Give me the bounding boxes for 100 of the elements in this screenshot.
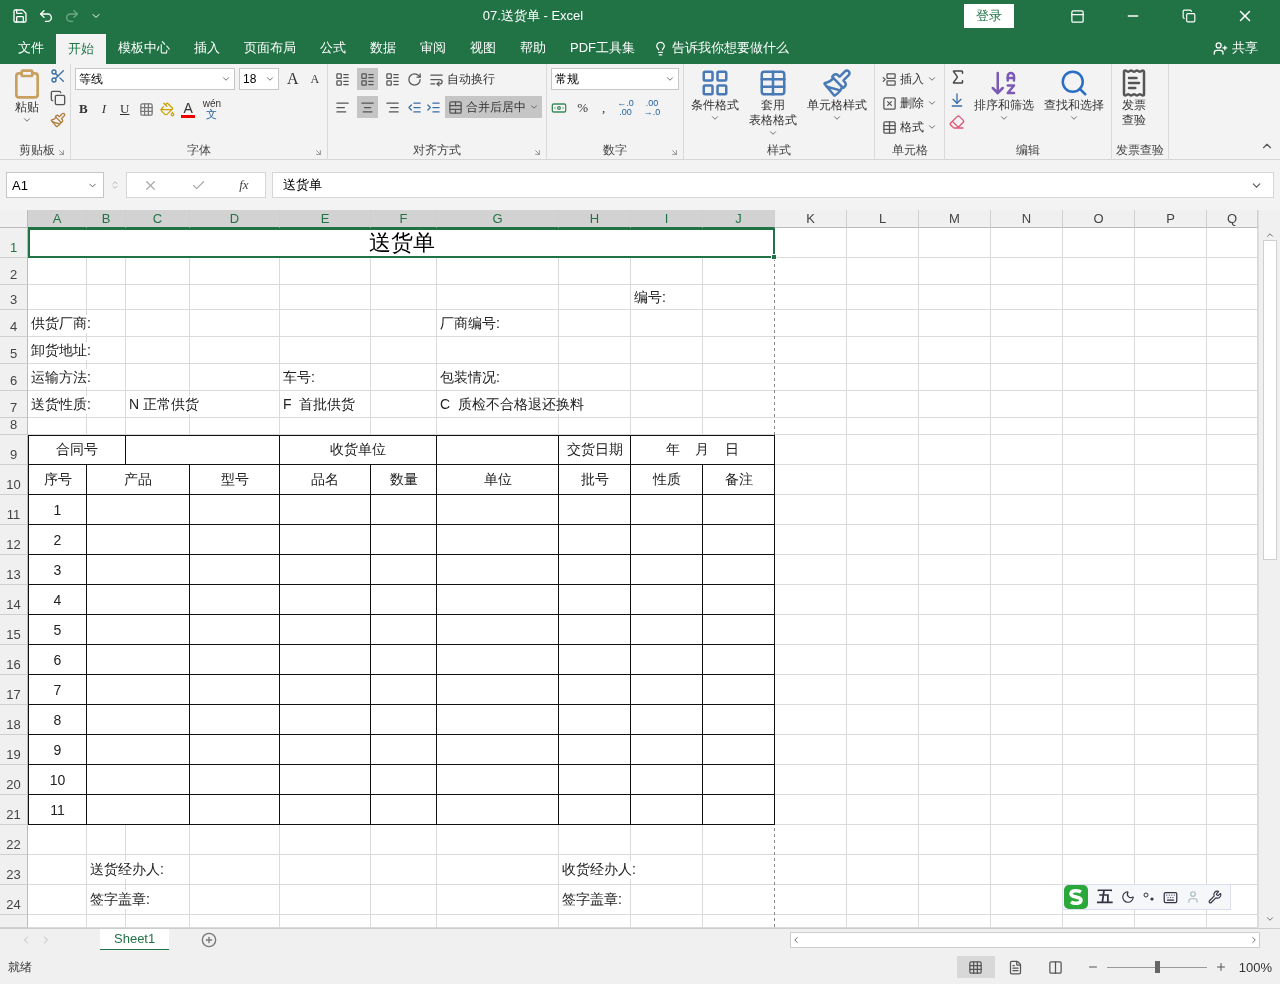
bold-button[interactable]: B	[75, 99, 92, 119]
row-header[interactable]: 18	[0, 705, 28, 735]
row-header[interactable]: 14	[0, 585, 28, 615]
vertical-align-button[interactable]	[357, 68, 379, 90]
borders-icon[interactable]	[139, 101, 155, 117]
column-header[interactable]: E	[280, 210, 371, 228]
ribbon-tab[interactable]: 帮助	[508, 32, 558, 64]
column-header[interactable]: A	[28, 210, 87, 228]
name-box[interactable]: A1	[6, 172, 104, 198]
new-sheet-icon[interactable]	[201, 931, 218, 948]
italic-button[interactable]: I	[97, 99, 110, 119]
ribbon-tab[interactable]: 数据	[358, 32, 408, 64]
sheet-tab[interactable]: Sheet1	[100, 928, 170, 951]
style-button[interactable]: 条件格式	[688, 68, 743, 141]
editing-button[interactable]: 排序和筛选	[971, 68, 1038, 141]
column-header[interactable]: Q	[1207, 210, 1258, 228]
decrease-indent-icon[interactable]	[407, 99, 423, 115]
phonetic-button[interactable]: wén 文	[200, 98, 224, 120]
keyboard-icon[interactable]	[1163, 889, 1178, 905]
column-header[interactable]: G	[437, 210, 559, 228]
eraser-icon[interactable]	[949, 114, 966, 130]
row-header[interactable]: 10	[0, 465, 28, 495]
formula-field[interactable]: 送货单	[272, 172, 1274, 198]
cells-button[interactable]: 插入	[879, 68, 941, 90]
invoice-check-button[interactable]: 发票 查验	[1116, 68, 1153, 141]
row-header[interactable]: 23	[0, 855, 28, 885]
dialog-launcher-icon[interactable]	[314, 148, 324, 157]
paste-button[interactable]: 粘贴	[8, 68, 46, 141]
zoom-thumb[interactable]	[1154, 961, 1160, 973]
spreadsheet-grid[interactable]	[0, 210, 1258, 928]
dialog-launcher-icon[interactable]	[57, 148, 66, 157]
ribbon-tab[interactable]: 开始	[56, 34, 106, 64]
moon-icon[interactable]	[1121, 890, 1135, 904]
dialog-launcher-icon[interactable]	[533, 148, 543, 157]
horizontal-align-button[interactable]	[357, 96, 379, 118]
cells-button[interactable]: 删除	[879, 92, 941, 114]
login-button[interactable]: 登录	[964, 4, 1014, 28]
row-header[interactable]: 8	[0, 418, 28, 435]
insert-function-button[interactable]: fx	[239, 177, 249, 193]
column-header[interactable]: P	[1135, 210, 1207, 228]
grow-font-button[interactable]: A	[283, 68, 303, 90]
redo-icon[interactable]	[64, 8, 80, 24]
row-header[interactable]: 16	[0, 645, 28, 675]
row-header[interactable]: 3	[0, 285, 28, 310]
column-header[interactable]: C	[126, 210, 190, 228]
column-header[interactable]: L	[847, 210, 919, 228]
ribbon-tab[interactable]: PDF工具集	[558, 32, 647, 64]
ribbon-tab[interactable]: 模板中心	[106, 32, 182, 64]
column-header[interactable]: B	[87, 210, 126, 228]
row-header[interactable]: 15	[0, 615, 28, 645]
fill-handle[interactable]	[771, 254, 777, 260]
orientation-icon[interactable]	[407, 71, 423, 87]
row-header[interactable]: 4	[0, 310, 28, 337]
scroll-up-icon[interactable]	[1264, 230, 1275, 240]
row-header[interactable]: 19	[0, 735, 28, 765]
row-header[interactable]: 22	[0, 825, 28, 855]
increase-decimal-button[interactable]: ←.0 .00	[615, 98, 636, 118]
ribbon-tab[interactable]: 公式	[308, 32, 358, 64]
row-header[interactable]: 13	[0, 555, 28, 585]
style-button[interactable]: 单元格样式	[804, 68, 871, 141]
column-header[interactable]: D	[190, 210, 280, 228]
font-color-button[interactable]: A	[181, 100, 195, 118]
shrink-font-button[interactable]: A	[306, 69, 324, 89]
row-header[interactable]: 21	[0, 795, 28, 825]
input-mode-text[interactable]: 五	[1097, 886, 1113, 908]
row-header[interactable]: 6	[0, 364, 28, 391]
column-header[interactable]: J	[703, 210, 775, 228]
zoom-percent[interactable]: 100%	[1238, 959, 1272, 975]
save-icon[interactable]	[12, 8, 28, 24]
view-button[interactable]	[956, 956, 995, 978]
column-header[interactable]: F	[371, 210, 437, 228]
row-header[interactable]: 7	[0, 391, 28, 418]
row-header[interactable]: 2	[0, 258, 28, 285]
increase-indent-icon[interactable]	[426, 99, 442, 115]
row-header[interactable]: 20	[0, 765, 28, 795]
ribbon-tab[interactable]: 页面布局	[232, 32, 308, 64]
cut-icon[interactable]	[50, 68, 66, 84]
sheet-title[interactable]: 送货单	[28, 228, 775, 258]
row-header[interactable]: 12	[0, 525, 28, 555]
decrease-decimal-button[interactable]: .00 →.0	[641, 98, 663, 118]
comma-button[interactable]: ,	[598, 98, 610, 118]
scroll-down-icon[interactable]	[1264, 914, 1275, 924]
share-button[interactable]: 共享	[1213, 32, 1258, 64]
scrollbar-thumb[interactable]	[1262, 240, 1277, 560]
wrench-icon[interactable]	[1208, 890, 1222, 904]
scroll-right-icon[interactable]	[1249, 934, 1259, 945]
merge-center-button[interactable]: 合并后居中	[445, 96, 543, 118]
row-header[interactable]: 5	[0, 337, 28, 364]
restore-icon[interactable]	[1182, 9, 1196, 23]
underline-button[interactable]: U	[116, 99, 134, 119]
column-header[interactable]: H	[559, 210, 631, 228]
scroll-left-icon[interactable]	[791, 934, 801, 945]
wrap-text-button[interactable]: 自动换行	[426, 68, 499, 90]
horizontal-scrollbar[interactable]	[790, 931, 1260, 948]
fill-color-icon[interactable]	[160, 101, 176, 117]
row-header[interactable]: 9	[0, 435, 28, 465]
column-header[interactable]: K	[775, 210, 847, 228]
column-header[interactable]: N	[991, 210, 1063, 228]
number-format-field[interactable]: 常规	[551, 68, 680, 90]
zoom-in-icon[interactable]	[1214, 961, 1227, 973]
